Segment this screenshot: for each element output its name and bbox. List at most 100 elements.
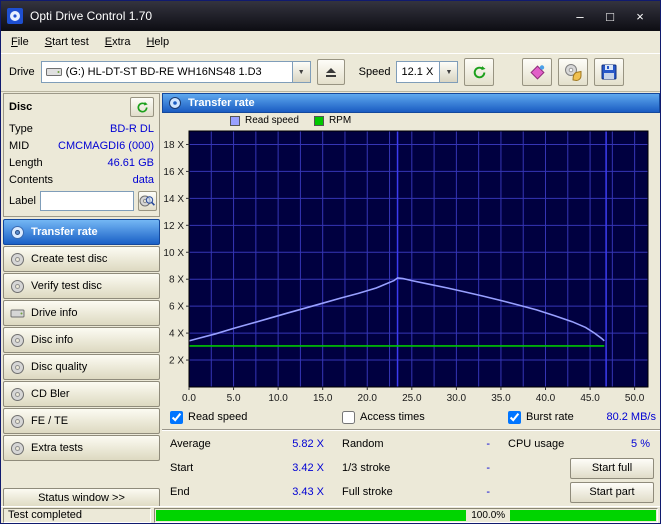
app-window: Opti Drive Control 1.70 – □ × File Start… (0, 0, 661, 524)
svg-text:6 X: 6 X (169, 302, 184, 313)
one-third-stroke-label: 1/3 stroke (342, 462, 390, 474)
close-button[interactable]: × (626, 6, 654, 26)
main-header-title: Transfer rate (188, 97, 255, 109)
disc-contents-value: data (133, 174, 154, 186)
disc-panel: Disc TypeBD-R DL MIDCMCMAGDI6 (000) Leng… (3, 93, 160, 217)
svg-text:10.0: 10.0 (268, 393, 288, 404)
sidebar-item-cd-bler[interactable]: CD Bler (3, 381, 160, 407)
sidebar-item-label: Verify test disc (31, 280, 102, 292)
drive-icon (46, 66, 62, 78)
sidebar-item-label: CD Bler (31, 388, 70, 400)
sidebar-item-extra-tests[interactable]: Extra tests (3, 435, 160, 461)
menu-help[interactable]: Help (138, 33, 177, 51)
svg-text:0.0: 0.0 (182, 393, 196, 404)
sidebar-item-disc-info[interactable]: Disc info (3, 327, 160, 353)
speed-select[interactable]: 12.1 X ▼ (396, 61, 458, 83)
svg-text:35.0: 35.0 (491, 393, 511, 404)
read-speed-legend-swatch (230, 116, 240, 126)
menu-start-test[interactable]: Start test (37, 33, 97, 51)
start-part-button[interactable]: Start part (570, 482, 654, 503)
sidebar-item-drive-info[interactable]: Drive info (3, 300, 160, 326)
disc-quality-icon (10, 360, 25, 375)
extra-tests-icon (10, 441, 25, 456)
svg-text:30.0: 30.0 (447, 393, 467, 404)
status-window-label: Status window >> (38, 492, 125, 504)
cpu-usage-label: CPU usage (508, 438, 564, 450)
drive-select[interactable]: (G:) HL-DT-ST BD-RE WH16NS48 1.D3 ▼ (41, 61, 311, 83)
chart-area: 2 X4 X6 X8 X10 X12 X14 X16 X18 X0.05.010… (162, 127, 660, 405)
start-full-button[interactable]: Start full (570, 458, 654, 479)
sidebar-item-label: Disc quality (31, 361, 87, 373)
minimize-button[interactable]: – (566, 6, 594, 26)
transfer-chart: 2 X4 X6 X8 X10 X12 X14 X16 X18 X0.05.010… (162, 127, 660, 405)
disc-info-icon (10, 333, 25, 348)
app-icon (7, 8, 23, 24)
full-stroke-value: - (486, 486, 490, 498)
disc-label-scan-button[interactable] (138, 191, 157, 211)
maximize-button[interactable]: □ (596, 6, 624, 26)
one-third-stroke-value: - (486, 462, 490, 474)
svg-text:12 X: 12 X (163, 221, 184, 232)
svg-text:4 X: 4 X (169, 329, 184, 340)
disc-mid-value: CMCMAGDI6 (000) (58, 140, 154, 152)
progress-bar: 100.0% (154, 508, 658, 523)
svg-text:16 X: 16 X (163, 167, 184, 178)
disc-type-label: Type (9, 123, 33, 135)
svg-text:18 X: 18 X (163, 140, 184, 151)
disc-refresh-button[interactable] (130, 97, 154, 117)
menu-file[interactable]: File (3, 33, 37, 51)
hand-disc-icon (564, 63, 582, 81)
chevron-down-icon[interactable]: ▼ (292, 62, 310, 82)
create-test-disc-icon (10, 252, 25, 267)
window-title: Opti Drive Control 1.70 (30, 9, 564, 23)
disc-quality-button[interactable] (522, 58, 552, 86)
drive-value: (G:) HL-DT-ST BD-RE WH16NS48 1.D3 (66, 66, 262, 78)
sidebar-item-fe-te[interactable]: FE / TE (3, 408, 160, 434)
disc-mid-label: MID (9, 140, 29, 152)
svg-text:5.0: 5.0 (227, 393, 241, 404)
disc-label-input[interactable] (40, 191, 134, 211)
svg-text:15.0: 15.0 (313, 393, 333, 404)
average-value: 5.82 X (292, 438, 324, 450)
sidebar-item-create-test-disc[interactable]: Create test disc (3, 246, 160, 272)
sidebar-item-label: Drive info (31, 307, 77, 319)
full-stroke-label: Full stroke (342, 486, 393, 498)
fe-te-icon (10, 414, 25, 429)
status-window-button[interactable]: Status window >> (3, 488, 160, 508)
toolbar-shortcut-group (516, 58, 624, 86)
gem-icon (528, 63, 546, 81)
random-label: Random (342, 438, 384, 450)
burst-rate-checkbox-label: Burst rate (526, 411, 574, 423)
svg-text:14 X: 14 X (163, 194, 184, 205)
test-options-row: Read speed Access times Burst rate 80.2 … (162, 405, 660, 430)
chevron-down-icon[interactable]: ▼ (439, 62, 457, 82)
burst-rate-value: 80.2 MB/s (606, 411, 656, 423)
svg-text:45.0: 45.0 (580, 393, 600, 404)
refresh-button[interactable] (464, 58, 494, 86)
menu-extra[interactable]: Extra (97, 33, 139, 51)
sidebar-item-transfer-rate[interactable]: Transfer rate (3, 219, 160, 245)
read-speed-legend-label: Read speed (245, 115, 299, 126)
sidebar-item-label: Create test disc (31, 253, 107, 265)
disc-length-value: 46.61 GB (108, 157, 154, 169)
refresh-icon (136, 101, 149, 114)
save-button[interactable] (594, 58, 624, 86)
start-value: 3.42 X (292, 462, 324, 474)
cpu-usage-value: 5 % (631, 438, 650, 450)
status-bar: Test completed 100.0% (1, 506, 660, 523)
access-times-checkbox[interactable] (342, 411, 355, 424)
magnifier-disc-icon (139, 194, 156, 208)
burst-rate-checkbox[interactable] (508, 411, 521, 424)
eject-icon (325, 66, 337, 78)
drive-tools-button[interactable] (558, 58, 588, 86)
disc-contents-label: Contents (9, 174, 53, 186)
svg-text:50.0: 50.0 (625, 393, 645, 404)
disc-panel-title: Disc (9, 101, 32, 113)
eject-button[interactable] (317, 59, 345, 85)
progress-fill (156, 510, 656, 521)
cd-bler-icon (10, 387, 25, 402)
read-speed-checkbox[interactable] (170, 411, 183, 424)
sidebar-item-disc-quality[interactable]: Disc quality (3, 354, 160, 380)
sidebar-item-verify-test-disc[interactable]: Verify test disc (3, 273, 160, 299)
main-header: Transfer rate (162, 93, 660, 113)
